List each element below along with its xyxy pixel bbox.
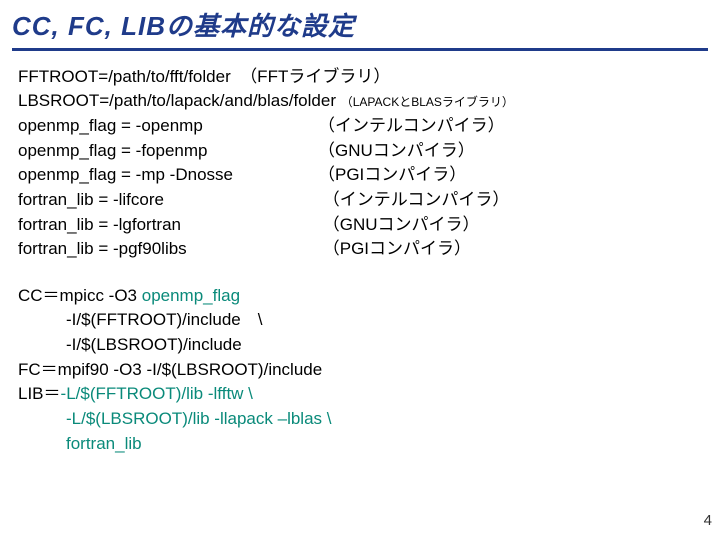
fc-line: FC＝mpif90 -O3 -I/$(LBSROOT)/include xyxy=(18,358,702,383)
lib-prefix: LIB＝ xyxy=(18,384,61,403)
def-omp-gnu-note: （GNUコンパイラ） xyxy=(318,141,475,160)
lib-line1: -L/$(FFTROOT)/lib -lfftw \ xyxy=(61,384,253,403)
def-omp-intel: openmp_flag = -openmp xyxy=(18,114,318,139)
def-flib-pgi: fortran_lib = -pgf90libs xyxy=(18,237,318,262)
def-fftroot: FFTROOT=/path/to/fft/folder xyxy=(18,67,231,86)
slide-title: CC, FC, LIBの基本的な設定 xyxy=(12,8,708,51)
def-flib-intel-note: （インテルコンパイラ） xyxy=(323,190,510,209)
def-flib-pgi-note: （PGIコンパイラ） xyxy=(323,239,471,258)
def-omp-pgi: openmp_flag = -mp -Dnosse xyxy=(18,163,318,188)
def-omp-intel-note: （インテルコンパイラ） xyxy=(318,116,505,135)
cc-openmp-flag: openmp_flag xyxy=(142,286,240,305)
lib-line3: fortran_lib xyxy=(18,432,702,457)
definitions-block: FFTROOT=/path/to/fft/folder （FFTライブラリ） L… xyxy=(0,51,720,262)
settings-block: CC＝mpicc -O3 openmp_flag -I/$(FFTROOT)/i… xyxy=(0,262,720,456)
def-flib-gnu: fortran_lib = -lgfortran xyxy=(18,213,318,238)
lib-line2: -L/$(LBSROOT)/lib -llapack –lblas \ xyxy=(18,407,702,432)
def-omp-pgi-note: （PGIコンパイラ） xyxy=(318,165,466,184)
cc-line3: -I/$(LBSROOT)/include xyxy=(18,333,702,358)
cc-line2: -I/$(FFTROOT)/include \ xyxy=(18,308,702,333)
def-flib-intel: fortran_lib = -lifcore xyxy=(18,188,318,213)
page-number: 4 xyxy=(704,510,712,532)
def-flib-gnu-note: （GNUコンパイラ） xyxy=(323,215,480,234)
cc-line1: CC＝mpicc -O3 xyxy=(18,286,142,305)
def-fftroot-note: （FFTライブラリ） xyxy=(240,67,390,86)
def-lbsroot: LBSROOT=/path/to/lapack/and/blas/folder xyxy=(18,91,336,110)
def-omp-gnu: openmp_flag = -fopenmp xyxy=(18,139,318,164)
def-lbsroot-note: （LAPACKとBLASライブラリ） xyxy=(341,95,514,109)
